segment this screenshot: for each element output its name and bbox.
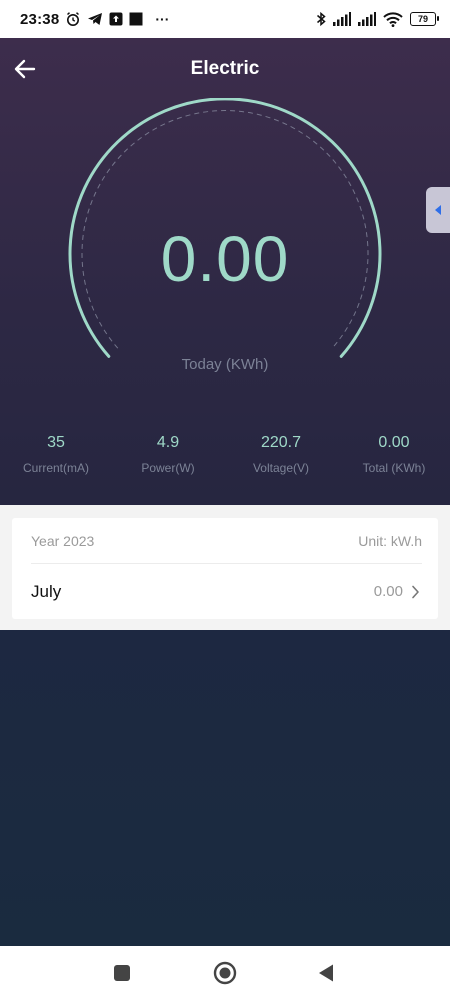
chevron-right-icon xyxy=(411,585,420,599)
upload-icon xyxy=(109,12,123,26)
status-left-group: 23:38 ··· xyxy=(20,11,169,28)
stats-row: 35 Current(mA) 4.9 Power(W) 220.7 Voltag… xyxy=(0,434,450,494)
stat-current: 35 Current(mA) xyxy=(0,434,112,475)
page-title: Electric xyxy=(190,58,260,79)
stat-label: Current(mA) xyxy=(22,461,89,475)
signal-icon xyxy=(358,12,376,26)
today-energy-label: Today (KWh) xyxy=(181,356,269,373)
telegram-icon xyxy=(87,12,103,26)
caret-left-icon xyxy=(435,205,441,215)
history-row-month: July xyxy=(31,581,62,601)
stat-label: Voltage(V) xyxy=(252,461,310,475)
recent-apps-icon xyxy=(114,965,130,981)
stat-value: 4.9 xyxy=(156,434,180,451)
history-section: Year 2023 Unit: kW.h July 0.00 xyxy=(0,505,450,630)
home-button[interactable] xyxy=(213,961,237,985)
back-nav-button[interactable] xyxy=(317,963,335,983)
history-row-value: 0.00 xyxy=(373,583,403,600)
alarm-icon xyxy=(65,11,81,27)
signal-icon xyxy=(333,12,351,26)
history-card: Year 2023 Unit: kW.h July 0.00 xyxy=(12,518,438,619)
home-icon xyxy=(213,961,237,985)
stat-power: 4.9 Power(W) xyxy=(112,434,224,475)
content-background xyxy=(0,630,450,946)
wifi-icon xyxy=(383,11,403,27)
system-nav-bar xyxy=(0,946,450,1000)
back-icon xyxy=(319,964,333,982)
history-year: Year 2023 xyxy=(31,532,95,549)
square-icon xyxy=(129,12,143,26)
stat-voltage: 220.7 Voltage(V) xyxy=(225,434,337,475)
today-energy-value: 0.00 xyxy=(160,223,290,295)
battery-icon: 79 xyxy=(410,12,439,26)
stat-label: Power(W) xyxy=(141,461,195,475)
history-card-header: Year 2023 Unit: kW.h xyxy=(31,518,422,564)
stat-value: 35 xyxy=(47,434,65,451)
gauge-panel: Electric 0.00 Today (KWh) 35 Current(mA)… xyxy=(0,38,450,505)
more-dots-icon: ··· xyxy=(155,11,170,27)
recent-apps-button[interactable] xyxy=(113,964,131,982)
stat-value: 0.00 xyxy=(378,434,410,451)
status-bar: 23:38 ··· 79 xyxy=(0,0,450,38)
status-right-group: 79 xyxy=(316,11,439,27)
stat-value: 220.7 xyxy=(260,434,302,451)
history-row-july[interactable]: July 0.00 xyxy=(31,564,420,619)
stat-total: 0.00 Total (KWh) xyxy=(338,434,450,475)
stat-label: Total (KWh) xyxy=(362,461,426,475)
bluetooth-icon xyxy=(316,11,326,27)
status-time: 23:38 xyxy=(20,10,60,28)
history-unit: Unit: kW.h xyxy=(358,532,422,549)
